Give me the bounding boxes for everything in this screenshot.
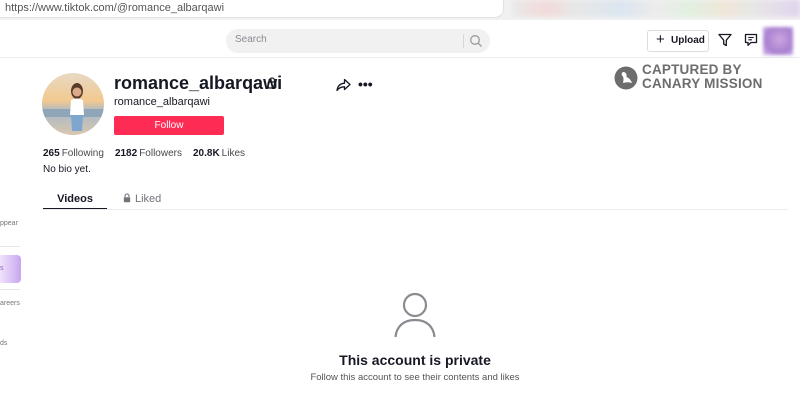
likes-label: Likes bbox=[221, 148, 246, 159]
profile-nickname: romance_albarqawi bbox=[114, 96, 210, 108]
sidebar-fragment[interactable]: s bbox=[0, 265, 4, 272]
tab-liked[interactable]: Liked bbox=[123, 193, 161, 205]
sidebar-fragment[interactable]: ppear bbox=[0, 220, 18, 227]
search-input[interactable]: Search bbox=[235, 34, 267, 45]
private-lock-icon bbox=[267, 77, 277, 89]
more-options-icon[interactable]: ••• bbox=[358, 76, 373, 92]
profile-stats: 265 Following 2182 Followers 20.8K Likes bbox=[43, 148, 256, 159]
watermark-line-2: CANARY MISSION bbox=[642, 76, 763, 91]
person-icon bbox=[394, 292, 436, 338]
following-label[interactable]: Following bbox=[62, 148, 104, 159]
watermark-text: CAPTURED BY CANARY MISSION bbox=[642, 63, 763, 91]
canary-mission-watermark: CAPTURED BY CANARY MISSION bbox=[614, 63, 794, 95]
canary-bird-icon bbox=[614, 66, 638, 90]
profile-username: romance_albarqawi bbox=[114, 73, 283, 93]
search-bar[interactable]: Search bbox=[226, 29, 490, 53]
lock-icon bbox=[123, 193, 131, 203]
tab-videos[interactable]: Videos bbox=[43, 193, 107, 205]
likes-count: 20.8K bbox=[192, 148, 220, 159]
top-header: Search + Upload bbox=[0, 25, 800, 58]
address-bar[interactable]: https://www.tiktok.com/@romance_albarqaw… bbox=[0, 0, 504, 18]
upload-label: Upload bbox=[671, 35, 705, 46]
filter-icon[interactable] bbox=[718, 33, 732, 47]
plus-icon: + bbox=[656, 31, 665, 48]
follow-button[interactable]: Follow bbox=[114, 116, 224, 135]
following-count[interactable]: 265 bbox=[43, 148, 60, 159]
followers-count[interactable]: 2182 bbox=[115, 148, 137, 159]
sidebar-divider bbox=[0, 246, 20, 247]
address-bar-url[interactable]: https://www.tiktok.com/@romance_albarqaw… bbox=[5, 2, 224, 14]
watermark-line-1: CAPTURED BY bbox=[642, 62, 742, 77]
sidebar-fragment[interactable]: ds bbox=[0, 340, 7, 347]
search-icon[interactable] bbox=[469, 34, 483, 48]
private-account-subtitle: Follow this account to see their content… bbox=[310, 372, 520, 383]
profile-avatar bbox=[42, 73, 104, 135]
followers-label[interactable]: Followers bbox=[139, 148, 182, 159]
search-divider bbox=[463, 34, 464, 48]
profile-bio: No bio yet. bbox=[43, 164, 91, 175]
sidebar-fragment[interactable]: areers bbox=[0, 300, 20, 307]
browser-extensions-blurred bbox=[512, 0, 800, 17]
user-avatar-blurred[interactable] bbox=[763, 27, 793, 55]
inbox-icon[interactable] bbox=[744, 33, 758, 47]
tabs-divider bbox=[43, 209, 788, 210]
share-icon[interactable] bbox=[336, 78, 351, 92]
upload-button[interactable]: + Upload bbox=[647, 30, 709, 52]
private-account-title: This account is private bbox=[339, 352, 491, 368]
tab-liked-label: Liked bbox=[135, 193, 162, 205]
sidebar-divider bbox=[0, 289, 20, 290]
